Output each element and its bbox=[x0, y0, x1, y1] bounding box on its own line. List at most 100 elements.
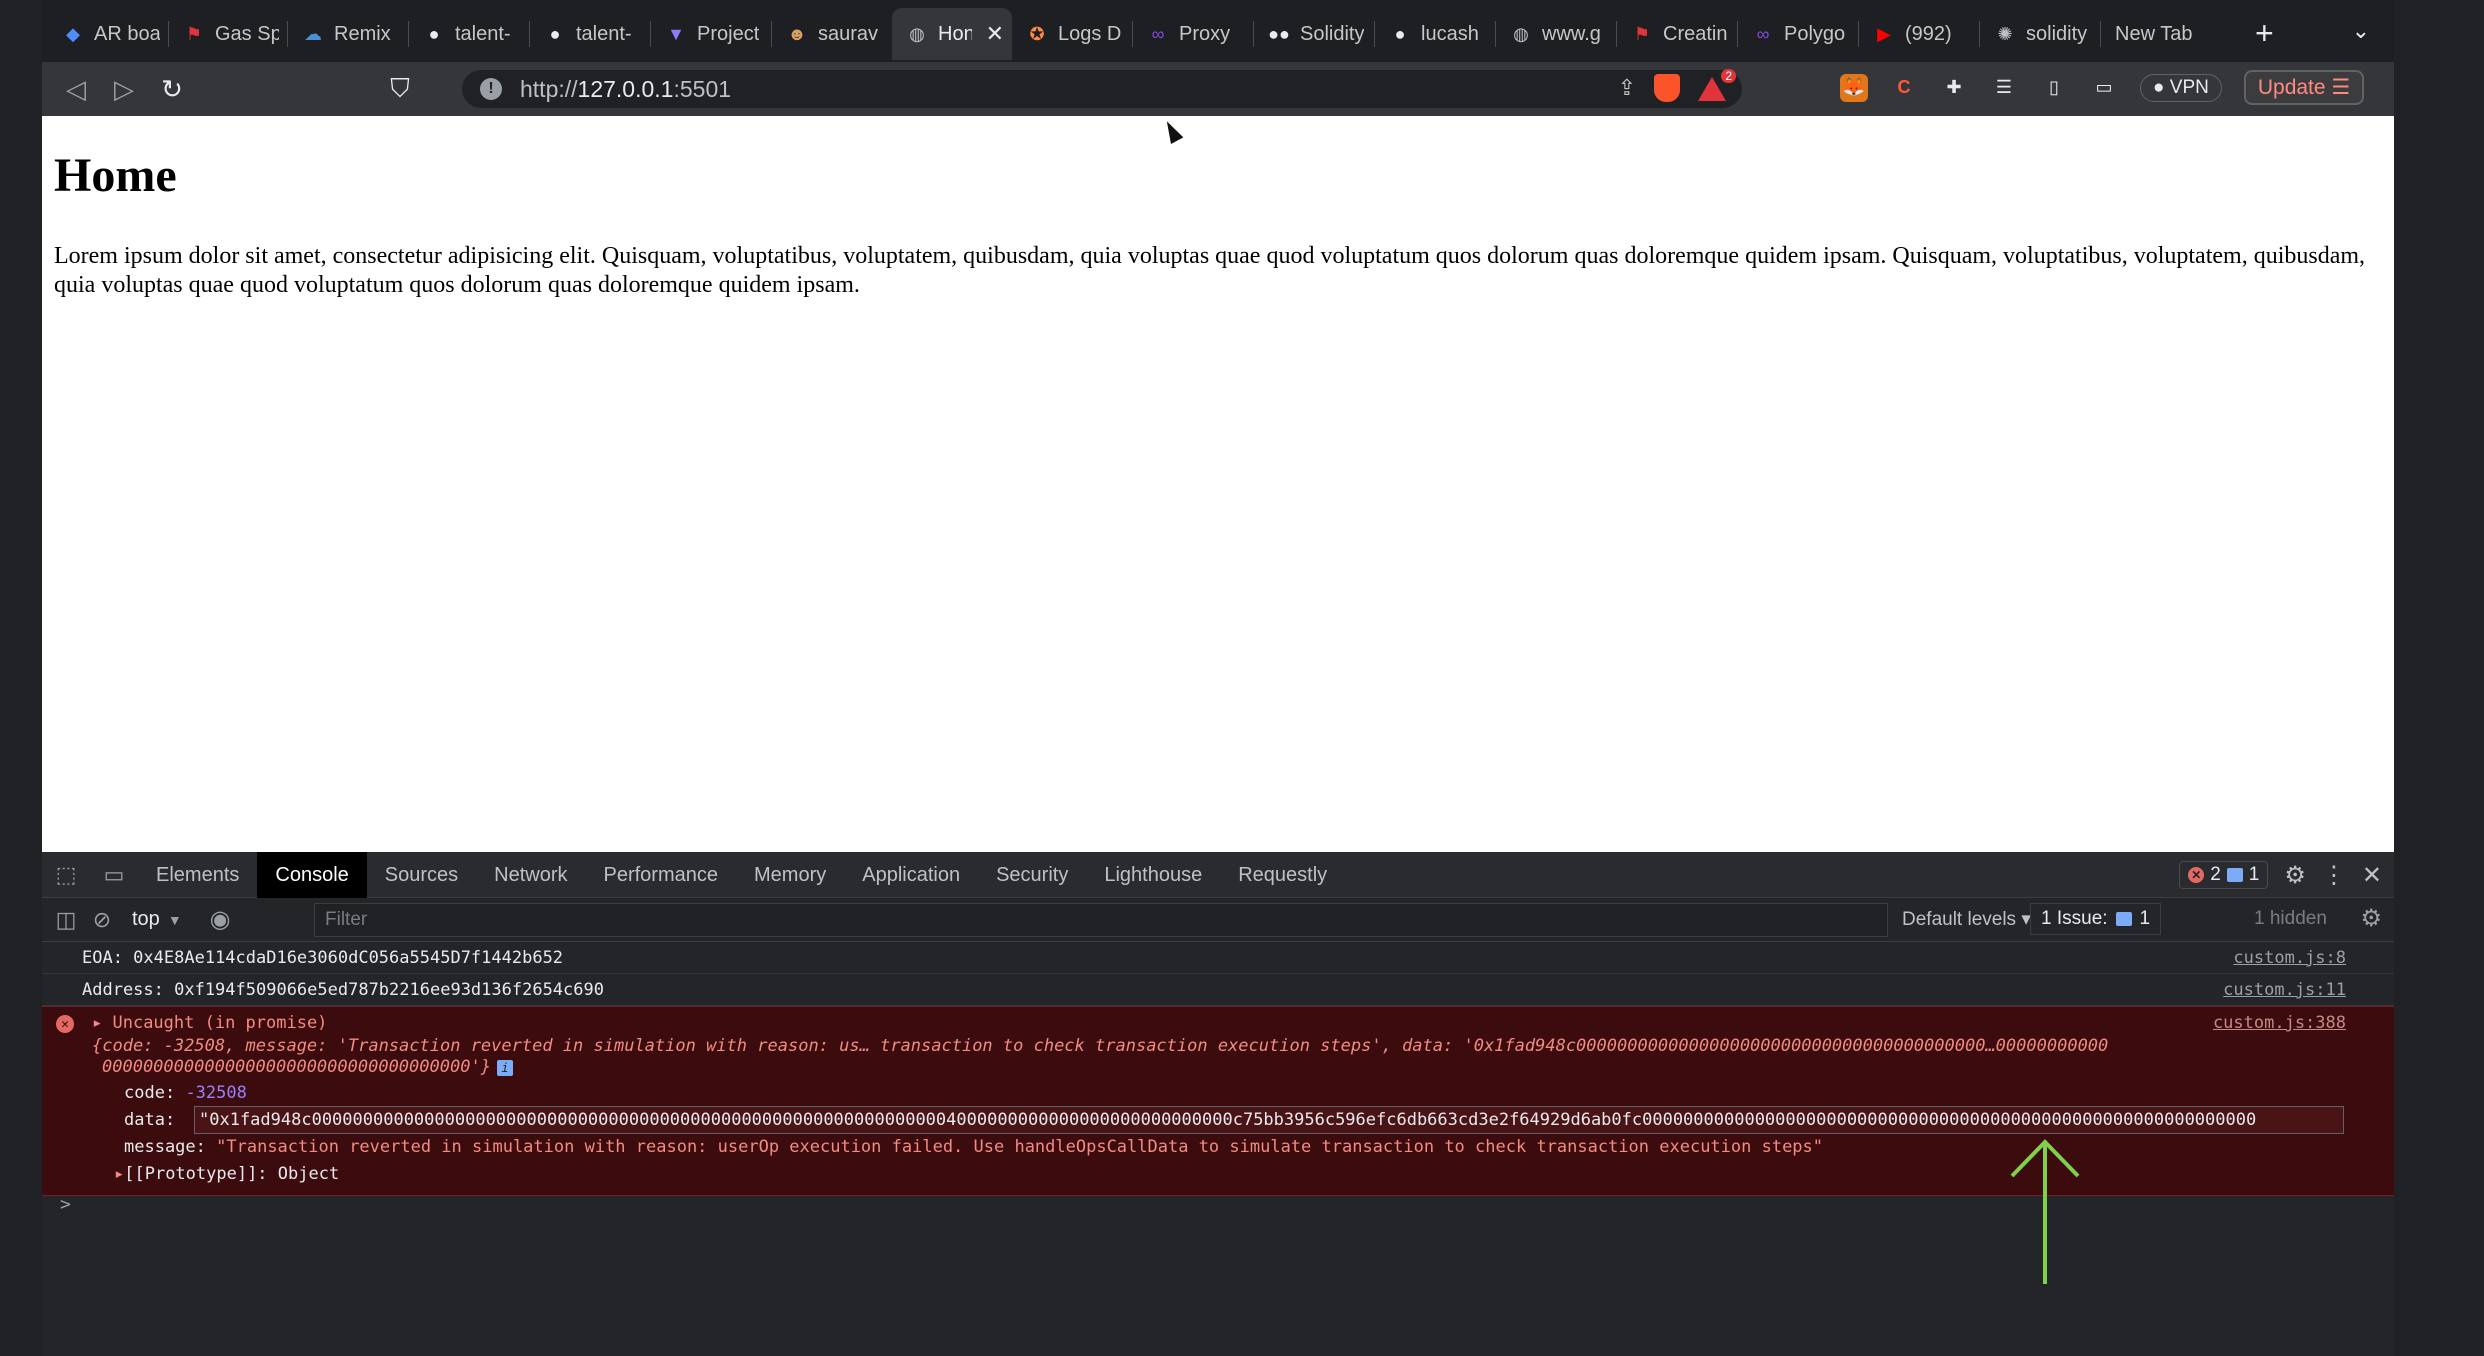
tab-label: Proxy bbox=[1179, 22, 1231, 45]
message-icon bbox=[2226, 868, 2243, 882]
forward-icon[interactable]: ▷ bbox=[100, 74, 148, 105]
medium-icon: ●● bbox=[1268, 23, 1290, 44]
console-prompt[interactable]: > bbox=[60, 1194, 71, 1215]
address-log-text: Address: 0xf194f509066e5ed787b2216ee93d1… bbox=[82, 979, 604, 1000]
back-icon[interactable]: ◁ bbox=[52, 74, 100, 105]
tab-saurav[interactable]: ☻ saurav bbox=[772, 8, 892, 60]
tab-solidity-2[interactable]: ✺ solidity bbox=[1980, 8, 2100, 60]
page-title: Home bbox=[54, 149, 177, 202]
source-link[interactable]: custom.js:8 bbox=[2233, 948, 2346, 968]
devtools-status-area: ✕ 2 1 ⚙ ⋮ ✕ bbox=[2179, 852, 2382, 898]
metamask-icon[interactable]: 🦊 bbox=[1840, 73, 1868, 102]
tab-proxy[interactable]: ∞ Proxy bbox=[1133, 8, 1253, 60]
url-text: http://127.0.0.1:5501 bbox=[520, 75, 732, 102]
tab-label: lucash bbox=[1421, 22, 1479, 45]
ar-icon: ◆ bbox=[66, 23, 80, 44]
tab-lighthouse[interactable]: Lighthouse bbox=[1086, 852, 1220, 898]
tab-label: Remix bbox=[334, 22, 391, 45]
settings-gear-icon[interactable]: ⚙ bbox=[2284, 861, 2306, 890]
close-devtools-icon[interactable]: ✕ bbox=[2362, 861, 2382, 890]
logs-icon: ✪ bbox=[1029, 23, 1045, 44]
console-filter-input[interactable] bbox=[314, 903, 1888, 937]
github-icon: ● bbox=[549, 23, 561, 44]
clear-console-icon[interactable]: ⊘ bbox=[90, 907, 114, 933]
tab-security[interactable]: Security bbox=[978, 852, 1086, 898]
tab-label: Project bbox=[697, 22, 760, 45]
tab-ar-board[interactable]: ◆ AR boa bbox=[48, 8, 168, 60]
tab-label: Gas Sp bbox=[215, 22, 279, 45]
tab-label: AR boa bbox=[94, 22, 160, 45]
tab-logs[interactable]: ✪ Logs D bbox=[1012, 8, 1132, 60]
wallet-icon[interactable]: ▭ bbox=[2090, 74, 2118, 102]
tab-search-icon[interactable]: ⌄ bbox=[2352, 18, 2370, 44]
data-property-value-selected[interactable]: "0x1fad948c00000000000000000000000000000… bbox=[194, 1106, 2344, 1134]
tab-label: Polygo bbox=[1784, 22, 1846, 45]
extensions-area: 🦊 C ✚ ☰ ▯ ▭ ● VPN Update ☰ bbox=[1840, 70, 2365, 105]
browser-toolbar: ◁ ▷ ↻ ⛉ ! http://127.0.0.1:5501 ⇪ 2 🦊 C … bbox=[42, 62, 2394, 116]
more-options-icon[interactable]: ⋮ bbox=[2322, 861, 2346, 890]
live-expression-eye-icon[interactable]: ◉ bbox=[210, 905, 231, 934]
prototype-property[interactable]: ▸[[Prototype]]: Object bbox=[114, 1164, 339, 1184]
error-summary-line-2: 000000000000000000000000000000000000'} i bbox=[102, 1057, 513, 1077]
tab-creating[interactable]: ⚑ Creatin bbox=[1617, 8, 1737, 60]
reload-icon[interactable]: ↻ bbox=[148, 74, 196, 105]
tab-www[interactable]: ◍ www.g bbox=[1496, 8, 1616, 60]
brave-rewards-icon[interactable]: 2 bbox=[1698, 69, 1736, 101]
vpn-button[interactable]: ● VPN bbox=[2140, 73, 2222, 102]
tab-polygon[interactable]: ∞ Polygo bbox=[1738, 8, 1858, 60]
extension-c-icon[interactable]: C bbox=[1890, 74, 1918, 102]
sidebar-icon[interactable]: ▯ bbox=[2040, 74, 2068, 102]
bookmark-icon[interactable]: ⛉ bbox=[376, 73, 424, 105]
tab-performance[interactable]: Performance bbox=[586, 852, 737, 898]
tab-new-tab[interactable]: New Tab bbox=[2101, 8, 2219, 60]
tab-elements[interactable]: Elements bbox=[138, 852, 257, 898]
sidebar-toggle-icon[interactable]: ◫ bbox=[42, 907, 90, 933]
github-icon: ● bbox=[1394, 23, 1406, 44]
flag-icon: ⚑ bbox=[185, 23, 203, 44]
tab-home-active[interactable]: ◍ Hon ✕ bbox=[892, 8, 1012, 60]
tab-remix[interactable]: ☁ Remix bbox=[288, 8, 408, 60]
tab-talent-2[interactable]: ● talent- bbox=[530, 8, 650, 60]
error-icon: ✕ bbox=[2188, 867, 2205, 883]
context-selector[interactable]: top ▼ bbox=[132, 908, 182, 931]
eoa-log-text: EOA: 0x4E8Ae114cdaD16e3060dC056a5545D7f1… bbox=[82, 947, 564, 968]
tab-project[interactable]: ▼ Project bbox=[651, 8, 771, 60]
update-button[interactable]: Update ☰ bbox=[2243, 70, 2365, 105]
polygon-icon: ∞ bbox=[1756, 23, 1770, 44]
issues-button[interactable]: 1 Issue: 1 bbox=[2030, 903, 2162, 935]
console-settings-gear-icon[interactable]: ⚙ bbox=[2360, 904, 2382, 933]
info-icon[interactable]: i bbox=[496, 1060, 513, 1076]
device-toolbar-icon[interactable]: ▭ bbox=[90, 862, 138, 888]
error-counter[interactable]: ✕ 2 1 bbox=[2179, 861, 2269, 889]
tab-lucash[interactable]: ● lucash bbox=[1375, 8, 1495, 60]
tab-sources[interactable]: Sources bbox=[367, 852, 476, 898]
tab-gas-sp[interactable]: ⚑ Gas Sp bbox=[169, 8, 287, 60]
source-link[interactable]: custom.js:388 bbox=[2213, 1013, 2346, 1033]
tab-talent-1[interactable]: ● talent- bbox=[409, 8, 529, 60]
close-tab-icon[interactable]: ✕ bbox=[986, 21, 1004, 47]
brave-shields-icon[interactable] bbox=[1654, 74, 1680, 102]
tab-strip: ◆ AR boa ⚑ Gas Sp ☁ Remix ● talent- ● ta… bbox=[42, 0, 2394, 62]
new-tab-button[interactable]: + bbox=[2255, 15, 2274, 52]
remix-icon: ☁ bbox=[304, 23, 322, 44]
source-link[interactable]: custom.js:11 bbox=[2223, 980, 2346, 1000]
dropdown-arrow-icon: ▼ bbox=[167, 912, 182, 928]
playlist-icon[interactable]: ☰ bbox=[1990, 74, 2018, 102]
log-levels-dropdown[interactable]: Default levels ▾ bbox=[1902, 908, 2031, 931]
puzzle-icon[interactable]: ✚ bbox=[1940, 74, 1968, 102]
issue-icon bbox=[2115, 912, 2132, 926]
tab-network[interactable]: Network bbox=[476, 852, 585, 898]
tab-solidity[interactable]: ●● Solidity bbox=[1254, 8, 1374, 60]
inspect-element-icon[interactable]: ⬚ bbox=[42, 862, 90, 888]
tab-memory[interactable]: Memory bbox=[736, 852, 844, 898]
error-title[interactable]: ▸ Uncaught (in promise) bbox=[92, 1013, 327, 1033]
share-icon[interactable]: ⇪ bbox=[1618, 75, 1636, 101]
tab-youtube[interactable]: ▶ (992) bbox=[1859, 8, 1979, 60]
tab-requestly[interactable]: Requestly bbox=[1220, 852, 1345, 898]
address-bar[interactable]: ! http://127.0.0.1:5501 ⇪ 2 bbox=[462, 69, 1742, 108]
error-summary-line-1[interactable]: {code: -32508, message: 'Transaction rev… bbox=[92, 1036, 2108, 1056]
tab-console[interactable]: Console bbox=[257, 851, 367, 898]
console-log-row: EOA: 0x4E8Ae114cdaD16e3060dC056a5545D7f1… bbox=[42, 942, 2394, 974]
tab-application[interactable]: Application bbox=[844, 852, 978, 898]
site-info-icon[interactable]: ! bbox=[480, 78, 502, 100]
